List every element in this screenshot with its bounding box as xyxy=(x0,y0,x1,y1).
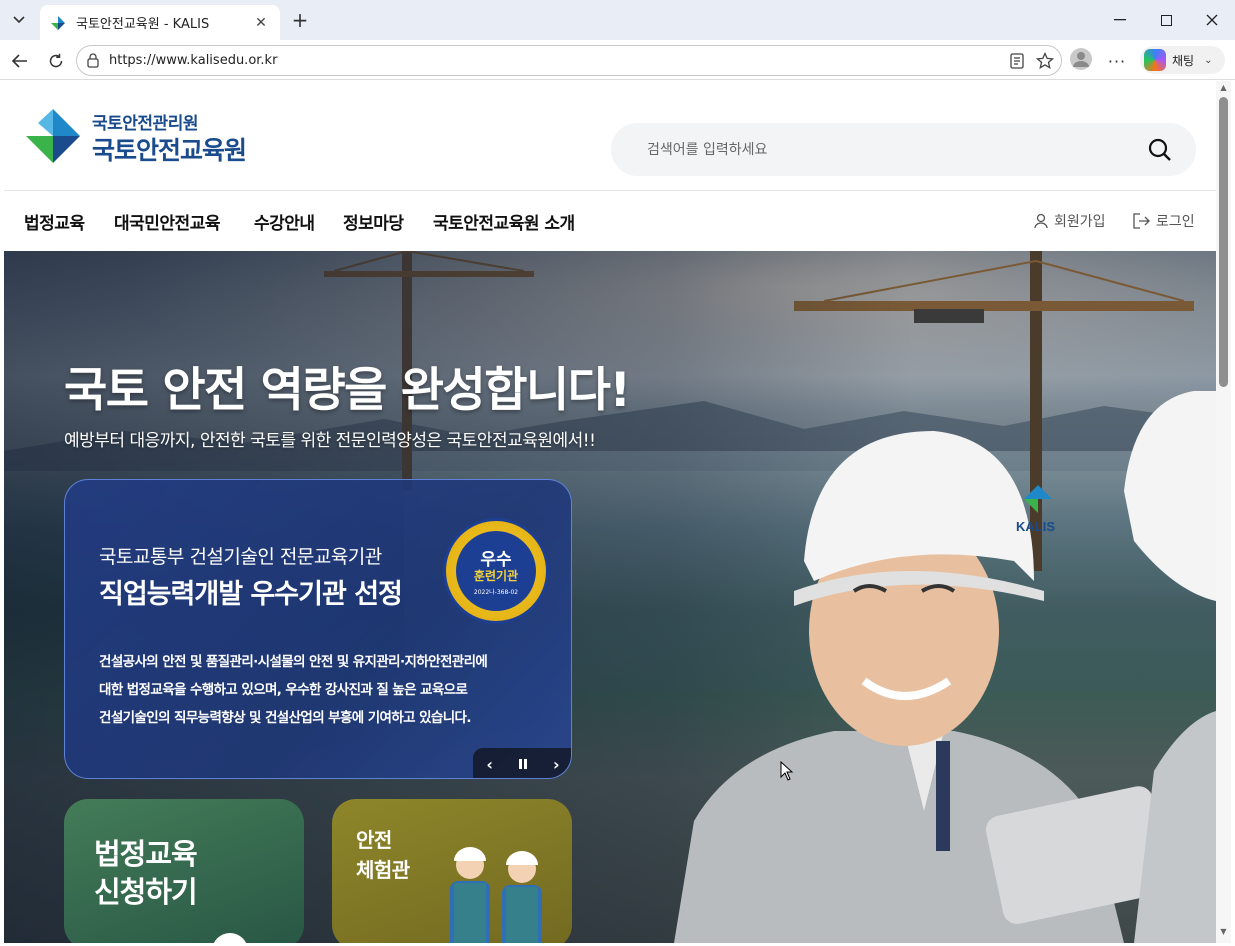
kalis-favicon-icon xyxy=(51,15,65,30)
pause-icon[interactable] xyxy=(512,755,534,774)
slide-card[interactable]: 국토교통부 건설기술인 전문교육기관 직업능력개발 우수기관 선정 우수 훈련기… xyxy=(64,479,572,779)
close-icon[interactable]: ✕ xyxy=(252,15,270,31)
back-button[interactable] xyxy=(7,48,33,74)
quick-link-line: 체험관 xyxy=(356,858,410,882)
hero-subtitle: 예방부터 대응까지, 안전한 국토를 위한 전문인력양성은 국토안전교육원에서!… xyxy=(64,431,596,451)
browser-toolbar: https://www.kalisedu.or.kr ··· xyxy=(0,40,1235,80)
slide-controls: ‹ › xyxy=(473,748,571,778)
active-tab[interactable]: 국토안전교육원 - KALIS ✕ xyxy=(40,5,280,40)
slide-body-line: 대한 법정교육을 수행하고 있으며, 우수한 강사진과 질 높은 교육으로 xyxy=(99,682,468,698)
minimize-button[interactable] xyxy=(1097,8,1143,32)
quick-link-line: 신청하기 xyxy=(94,875,198,909)
slide-body: 건설공사의 안전 및 품질관리·시설물의 안전 및 유지관리·지하안전관리에 대… xyxy=(99,648,549,732)
page-scrollbar[interactable]: ▲ ▼ xyxy=(1216,81,1231,943)
nav-item-legal-education[interactable]: 법정교육 xyxy=(24,209,85,234)
profile-avatar[interactable] xyxy=(1070,48,1092,70)
scroll-up-icon[interactable]: ▲ xyxy=(1219,83,1228,92)
refresh-button[interactable] xyxy=(43,48,69,74)
signup-label: 회원가입 xyxy=(1054,214,1106,230)
quick-link-safety-experience[interactable]: 안전 체험관 xyxy=(332,799,572,943)
scroll-down-icon[interactable]: ▼ xyxy=(1219,927,1228,936)
minimize-icon xyxy=(1114,19,1126,21)
quick-link-title: 법정교육 신청하기 xyxy=(94,835,198,911)
badge-code-text: 2022나-368-02 xyxy=(473,589,519,596)
search-box xyxy=(611,123,1196,176)
refresh-icon xyxy=(49,53,63,68)
reader-mode-icon[interactable] xyxy=(1007,51,1027,71)
more-menu-icon[interactable]: ··· xyxy=(1104,48,1130,74)
copilot-label: 채팅 xyxy=(1172,53,1195,68)
tab-title: 국토안전교육원 - KALIS xyxy=(76,17,210,32)
helmet-brand-text: KALIS xyxy=(1016,519,1055,534)
url-text[interactable]: https://www.kalisedu.or.kr xyxy=(109,53,277,68)
safety-workers-illustration xyxy=(450,847,542,943)
main-navigation: 법정교육 대국민안전교육 수강안내 정보마당 국토안전교육원 소개 회원가입 로… xyxy=(4,191,1216,251)
nav-item-course-guide[interactable]: 수강안내 xyxy=(254,209,315,234)
chevron-right-icon[interactable]: › xyxy=(545,755,567,774)
user-icon xyxy=(1073,52,1089,67)
quick-link-title: 안전 체험관 xyxy=(356,825,410,885)
site-logo[interactable]: 국토안전관리원 국토안전교육원 xyxy=(24,105,284,165)
login-icon xyxy=(1133,213,1150,229)
tab-strip: 국토안전교육원 - KALIS ✕ + xyxy=(0,0,1235,40)
favorite-star-icon[interactable] xyxy=(1035,51,1055,71)
window-close-button[interactable] xyxy=(1189,8,1235,32)
slide-headline: 직업능력개발 우수기관 선정 xyxy=(99,579,403,610)
badge-mid-text: 훈련기관 xyxy=(473,569,519,583)
site-header: 국토안전관리원 국토안전교육원 xyxy=(4,81,1216,191)
quick-link-line: 안전 xyxy=(356,828,392,852)
login-link[interactable]: 로그인 xyxy=(1132,211,1195,231)
hero-title: 국토 안전 역량을 완성합니다! xyxy=(64,363,631,418)
slide-body-line: 건설공사의 안전 및 품질관리·시설물의 안전 및 유지관리·지하안전관리에 xyxy=(99,654,488,670)
tab-list-button[interactable] xyxy=(6,8,32,32)
search-icon[interactable] xyxy=(1147,137,1173,163)
scroll-thumb[interactable] xyxy=(1219,97,1228,387)
close-icon xyxy=(1206,14,1218,26)
mouse-cursor-icon xyxy=(780,761,794,781)
arrow-left-icon xyxy=(12,54,27,68)
maximize-icon xyxy=(1160,14,1172,26)
copilot-chat-button[interactable]: 채팅 ⌄ xyxy=(1140,46,1225,74)
kalis-logo-mark-icon xyxy=(26,109,80,163)
badge-inner: 우수 훈련기관 2022나-368-02 xyxy=(456,531,536,611)
chevron-left-icon[interactable]: ‹ xyxy=(479,755,501,774)
user-icon xyxy=(1034,213,1048,229)
engineer-illustration: KALIS xyxy=(674,391,1216,943)
quick-link-line: 법정교육 xyxy=(94,837,198,871)
lock-icon[interactable] xyxy=(85,52,101,68)
chevron-down-icon[interactable]: ⌄ xyxy=(1204,55,1212,66)
logo-title: 국토안전교육원 xyxy=(92,136,247,165)
copilot-icon xyxy=(1144,49,1166,71)
nav-item-about[interactable]: 국토안전교육원 소개 xyxy=(433,209,575,234)
hero-banner: 국토 안전 역량을 완성합니다! 예방부터 대응까지, 안전한 국토를 위한 전… xyxy=(4,251,1216,943)
slide-kicker: 국토교통부 건설기술인 전문교육기관 xyxy=(99,546,382,568)
search-input[interactable] xyxy=(647,123,1127,176)
address-bar[interactable]: https://www.kalisedu.or.kr xyxy=(76,45,1062,76)
signup-link[interactable]: 회원가입 xyxy=(1034,211,1106,231)
web-page: 국토안전관리원 국토안전교육원 법정교육 대국민안전교육 수강안내 정보마당 국… xyxy=(4,81,1216,943)
new-tab-button[interactable]: + xyxy=(288,8,312,32)
helmet-icon xyxy=(213,933,247,943)
quick-link-legal-education[interactable]: 법정교육 신청하기 xyxy=(64,799,304,943)
chevron-down-icon xyxy=(13,16,25,24)
nav-item-public-safety-education[interactable]: 대국민안전교육 xyxy=(114,209,220,234)
slide-body-line: 건설기술인의 직무능력향상 및 건설산업의 부흥에 기여하고 있습니다. xyxy=(99,710,472,726)
nav-item-info[interactable]: 정보마당 xyxy=(343,209,404,234)
login-label: 로그인 xyxy=(1156,214,1195,230)
excellence-badge: 우수 훈련기관 2022나-368-02 xyxy=(443,518,549,624)
maximize-button[interactable] xyxy=(1143,8,1189,32)
